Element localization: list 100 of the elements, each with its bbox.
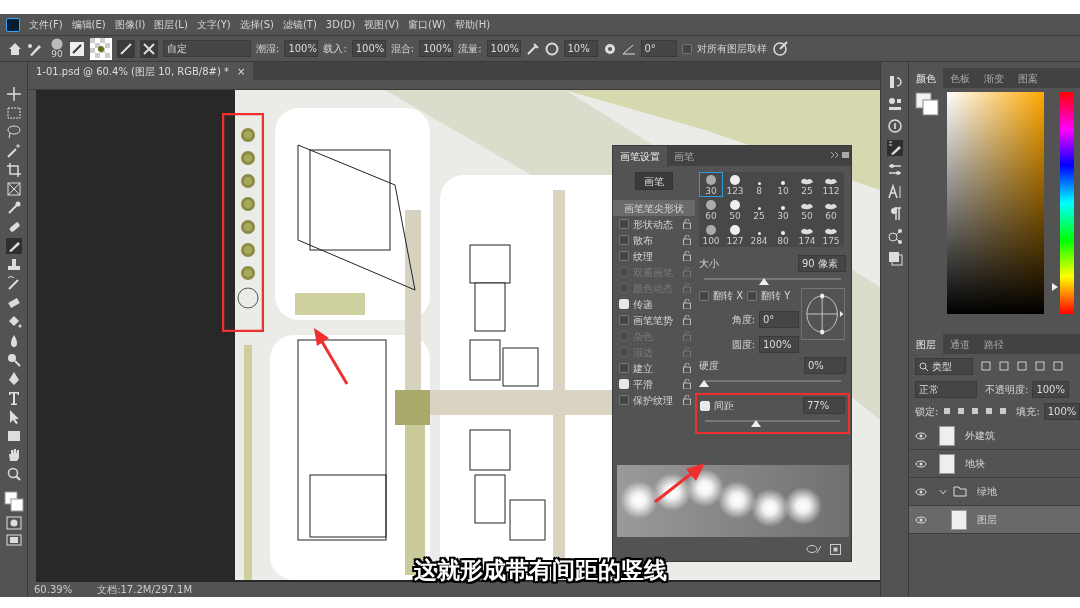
screen-mode-icon[interactable]	[5, 533, 22, 547]
value-field[interactable]: 100%	[759, 336, 799, 353]
eye-icon[interactable]	[915, 487, 927, 496]
smoothing-field[interactable]: 10%	[563, 40, 598, 57]
panel-tab[interactable]: 渐变	[977, 68, 1011, 88]
color-field[interactable]	[947, 92, 1044, 314]
brush-tip[interactable]: 284	[747, 222, 771, 247]
brush-tip[interactable]: 80	[771, 222, 795, 247]
zoom-icon[interactable]	[5, 466, 22, 482]
brush-tip[interactable]: 25	[795, 172, 819, 197]
menu-item[interactable]: 文件(F)	[29, 17, 63, 32]
checkbox[interactable]	[619, 219, 629, 229]
panel-tab[interactable]: 画笔	[667, 146, 701, 166]
menu-item[interactable]: 图像(I)	[114, 17, 146, 32]
brush-tip[interactable]: 50	[795, 197, 819, 222]
brush-clean-icon[interactable]	[140, 39, 158, 58]
marquee-icon[interactable]	[5, 105, 22, 121]
brushes-button[interactable]: 画笔	[635, 172, 673, 190]
menu-item[interactable]: 图层(L)	[154, 17, 188, 32]
pressure-icon[interactable]	[771, 40, 788, 57]
adjustments-icon[interactable]	[886, 162, 903, 178]
blend-mode-dropdown[interactable]: 正常	[915, 380, 977, 398]
close-button[interactable]: ×	[237, 63, 246, 79]
panel-tab[interactable]: 通道	[943, 334, 977, 354]
brush-preview-icon[interactable]	[90, 37, 112, 60]
smoothing-icon[interactable]	[544, 41, 559, 56]
menu-item[interactable]: 选择(S)	[239, 17, 274, 32]
menu-item[interactable]: 编辑(E)	[71, 17, 106, 32]
layers-icon[interactable]	[886, 250, 903, 266]
panel-tab[interactable]: 画笔设置	[613, 146, 667, 166]
checkbox[interactable]	[619, 363, 629, 373]
settings-list-item[interactable]: 画笔笔尖形状	[613, 200, 695, 216]
settings-icon[interactable]	[602, 41, 617, 56]
brush-panel-icon[interactable]	[69, 40, 85, 57]
history-brush-icon[interactable]	[5, 276, 22, 292]
character-icon[interactable]	[886, 184, 903, 200]
brush-tip[interactable]: 100	[699, 222, 723, 247]
spacing-field[interactable]: 77%	[803, 397, 845, 414]
angle-roundness-widget[interactable]	[801, 288, 845, 340]
menu-item[interactable]: 文字(Y)	[196, 17, 231, 32]
angle-field[interactable]: 0°	[640, 40, 677, 57]
brush-tip[interactable]: 127	[723, 222, 747, 247]
stamp-icon[interactable]	[5, 257, 22, 273]
layer-row[interactable]: 外建筑	[909, 422, 1080, 450]
percent-field[interactable]: 100%	[419, 40, 454, 57]
crop-icon[interactable]	[5, 162, 22, 178]
brush-tip[interactable]: 30	[771, 197, 795, 222]
new-preset-icon[interactable]	[830, 543, 841, 555]
dodge-icon[interactable]	[5, 352, 22, 368]
brush-tip[interactable]: 50	[723, 197, 747, 222]
brush-tip[interactable]: 60	[819, 197, 843, 222]
rectangle-icon[interactable]	[5, 428, 22, 444]
hardness-field[interactable]: 0%	[804, 357, 846, 374]
layer-row[interactable]: 地块	[909, 450, 1080, 478]
value-field[interactable]: 0°	[759, 311, 799, 328]
menu-item[interactable]: 视图(V)	[364, 17, 400, 32]
document-tab[interactable]: 1-01.psd @ 60.4% (图层 10, RGB/8#) * ×	[28, 62, 254, 80]
slider-thumb[interactable]	[751, 420, 762, 427]
layer-row[interactable]: 图层	[909, 506, 1080, 534]
brush-tip-icon[interactable]	[50, 38, 64, 50]
checkbox[interactable]	[681, 43, 692, 54]
quick-mask-icon[interactable]	[5, 516, 22, 530]
size-field[interactable]: 90 像素	[798, 255, 846, 272]
color-swatches-icon[interactable]	[3, 491, 24, 513]
menu-item[interactable]: 滤镜(T)	[282, 17, 317, 32]
properties-icon[interactable]	[886, 96, 903, 112]
checkbox[interactable]	[699, 290, 709, 301]
brush-tip[interactable]: 60	[699, 197, 723, 222]
frame-icon[interactable]	[5, 181, 22, 197]
opacity-field[interactable]: 100%	[1032, 380, 1069, 398]
magic-wand-icon[interactable]	[5, 143, 22, 159]
slider-thumb[interactable]	[699, 380, 709, 387]
brush-load-icon[interactable]	[117, 39, 135, 58]
brush-tip[interactable]: 112	[819, 172, 843, 197]
brush-tip[interactable]: 10	[771, 172, 795, 197]
checkbox[interactable]	[619, 395, 629, 405]
lasso-icon[interactable]	[5, 124, 22, 140]
panel-tab[interactable]: 图层	[909, 334, 943, 354]
checkbox[interactable]	[619, 235, 629, 245]
brush-tip[interactable]: 175	[819, 222, 843, 247]
menu-item[interactable]: 窗口(W)	[408, 17, 446, 32]
menu-item[interactable]: 帮助(H)	[454, 17, 491, 32]
libraries-icon[interactable]	[886, 228, 903, 244]
menu-item[interactable]: 3D(D)	[325, 17, 356, 32]
fill-field[interactable]: 100%	[1043, 402, 1080, 420]
hue-slider[interactable]	[1052, 92, 1074, 314]
info-icon[interactable]	[886, 118, 903, 134]
percent-field[interactable]: 100%	[351, 40, 386, 57]
panel-tab[interactable]: 图案	[1011, 68, 1045, 88]
eye-icon[interactable]	[915, 431, 927, 440]
brush-settings-icon[interactable]	[886, 140, 903, 156]
angle-icon[interactable]	[621, 42, 636, 55]
panel-tab[interactable]: 路径	[977, 334, 1011, 354]
checkbox[interactable]	[619, 251, 629, 261]
brush-tip[interactable]: 174	[795, 222, 819, 247]
airbrush-icon[interactable]	[525, 41, 540, 56]
percent-field[interactable]: 100%	[486, 40, 521, 57]
home-icon[interactable]	[8, 41, 22, 56]
eye-icon[interactable]	[806, 544, 822, 554]
preset-dropdown[interactable]: 自定	[163, 40, 251, 57]
